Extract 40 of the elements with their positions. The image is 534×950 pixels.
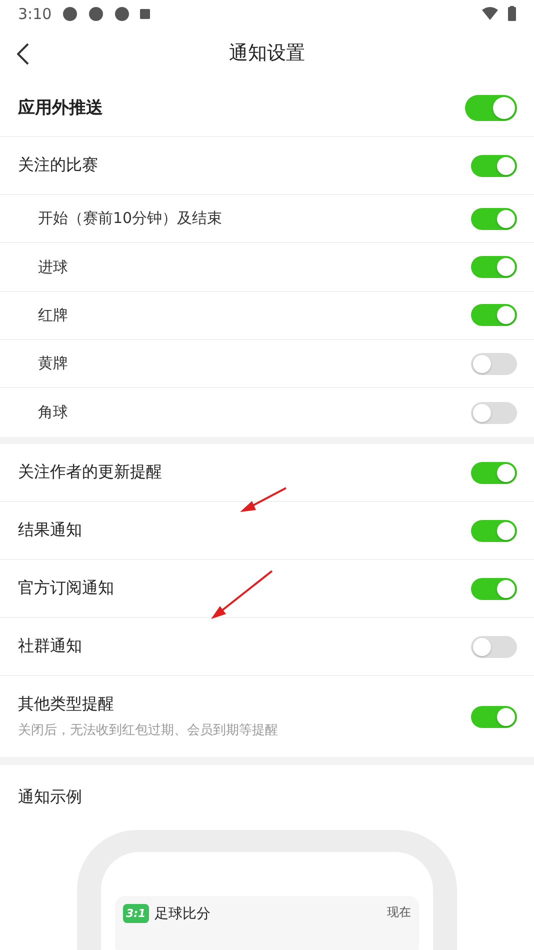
toggle-switch[interactable] xyxy=(471,352,517,375)
setting-hint: 关闭后，无法收到红包过期、会员到期等提醒 xyxy=(18,722,278,740)
toggle-switch[interactable] xyxy=(471,304,517,326)
setting-label: 进球 xyxy=(38,258,68,277)
setting-label: 官方订阅通知 xyxy=(18,578,114,600)
toggle-switch[interactable] xyxy=(471,256,517,278)
annotation-arrow xyxy=(211,570,273,619)
app-logo: 3:1 xyxy=(123,904,149,924)
notification-icon xyxy=(88,6,104,22)
toggle-switch[interactable] xyxy=(471,520,517,542)
setting-label: 其他类型提醒 xyxy=(18,694,115,716)
section-title: 通知示例 xyxy=(18,787,82,806)
toggle-switch[interactable] xyxy=(471,462,517,484)
keyboard-icon xyxy=(140,8,150,19)
notification-icon xyxy=(62,6,78,22)
toggle-switch[interactable] xyxy=(471,636,517,658)
setting-label: 应用外推送 xyxy=(18,97,103,120)
setting-label: 关注的比赛 xyxy=(18,155,98,176)
notification-time: 现在 xyxy=(387,904,411,922)
wifi-icon xyxy=(482,6,498,21)
setting-label: 社群通知 xyxy=(18,636,82,658)
page-title: 通知设置 xyxy=(229,41,305,66)
status-time: 3:10 xyxy=(18,4,52,23)
toggle-switch[interactable] xyxy=(465,94,517,121)
toggle-switch[interactable] xyxy=(471,706,517,728)
notification-icon xyxy=(114,6,130,22)
back-icon xyxy=(17,43,29,66)
app-name: 足球比分 xyxy=(154,904,211,923)
toggle-switch[interactable] xyxy=(471,578,517,600)
setting-label: 红牌 xyxy=(38,306,68,325)
toggle-switch[interactable] xyxy=(471,154,517,177)
setting-label: 黄牌 xyxy=(38,354,68,374)
toggle-switch[interactable] xyxy=(471,208,517,230)
battery-icon xyxy=(508,6,516,22)
setting-label: 关注作者的更新提醒 xyxy=(18,462,162,484)
setting-label: 角球 xyxy=(38,403,68,422)
setting-label: 结果通知 xyxy=(18,520,82,542)
annotation-arrow xyxy=(240,487,286,512)
setting-label: 开始（赛前10分钟）及结束 xyxy=(38,209,222,228)
toggle-switch[interactable] xyxy=(471,402,517,424)
